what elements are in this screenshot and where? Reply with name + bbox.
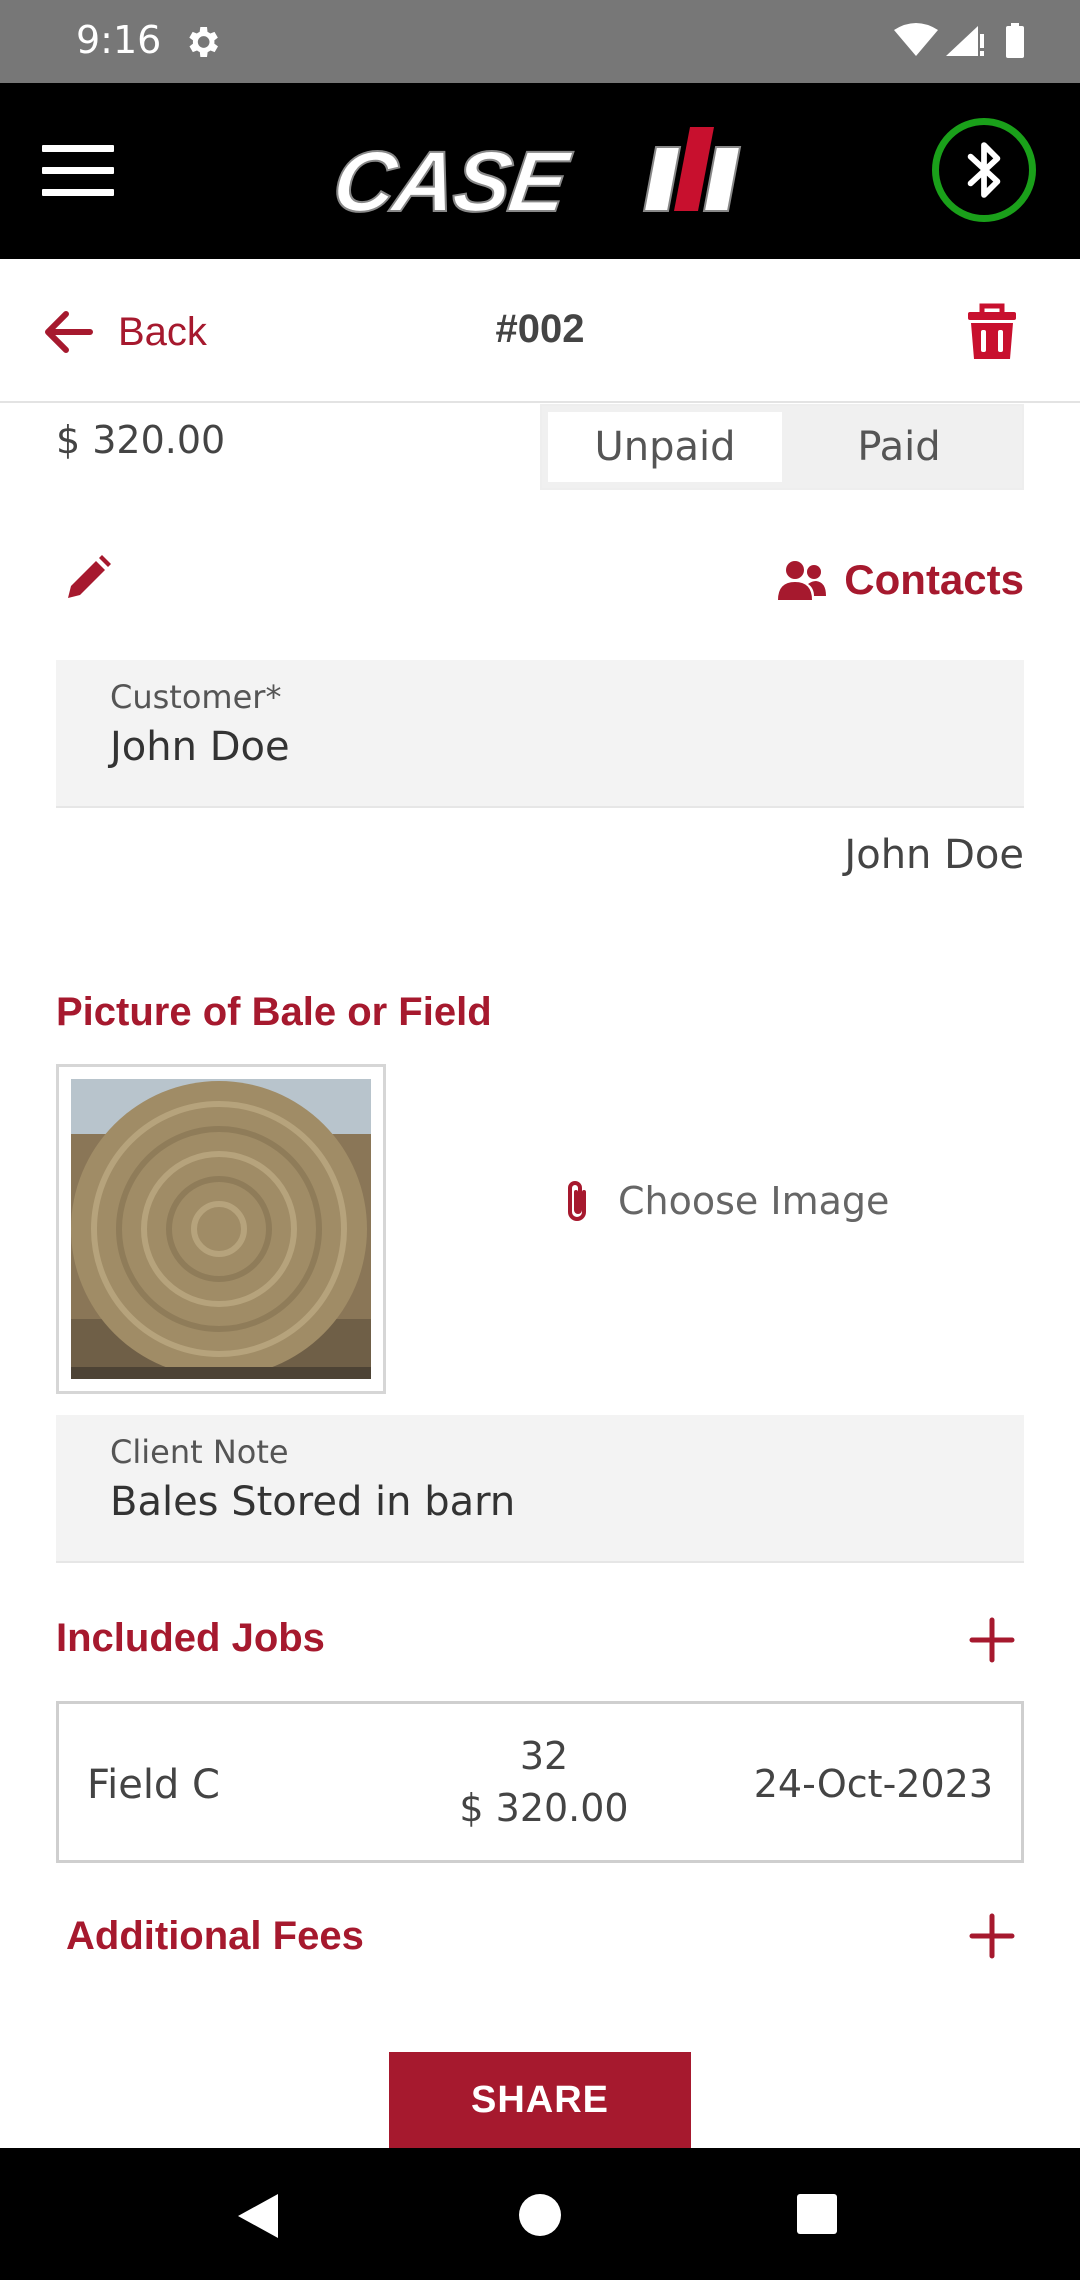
client-note-field[interactable]: Client Note Bales Stored in barn xyxy=(56,1415,1024,1563)
contacts-label: Contacts xyxy=(844,556,1024,603)
logo-bars xyxy=(642,127,742,212)
customer-value: John Doe xyxy=(110,724,290,770)
bluetooth-button[interactable] xyxy=(932,118,1036,222)
paid-option[interactable]: Paid xyxy=(782,412,1016,482)
trash-icon[interactable] xyxy=(966,303,1018,361)
page-title: #002 xyxy=(495,307,585,351)
nav-home-icon[interactable] xyxy=(519,2194,561,2236)
android-nav-bar xyxy=(0,2148,1080,2280)
job-row[interactable]: Field C 32 $ 320.00 24-Oct-2023 xyxy=(56,1701,1024,1863)
top-nav-bar: Back #002 xyxy=(0,259,1080,403)
case-ih-logo: CASE xyxy=(326,123,744,231)
nav-back-icon[interactable] xyxy=(234,2192,280,2240)
share-button[interactable]: SHARE xyxy=(389,2052,691,2148)
wifi-icon xyxy=(894,23,938,56)
paperclip-icon xyxy=(568,1181,586,1221)
nav-recent-apps-icon[interactable] xyxy=(797,2194,837,2234)
app-header: CASE xyxy=(0,83,1080,259)
customer-display-name: John Doe xyxy=(844,832,1024,878)
job-price: $ 320.00 xyxy=(459,1786,629,1830)
payment-status-toggle: Unpaid Paid xyxy=(540,404,1024,490)
job-quantity: 32 xyxy=(519,1734,569,1778)
status-icons xyxy=(894,23,1024,58)
add-job-plus-icon[interactable] xyxy=(968,1616,1016,1664)
customer-field[interactable]: Customer* John Doe xyxy=(56,660,1024,808)
picture-heading: Picture of Bale or Field xyxy=(56,990,492,1034)
unpaid-option[interactable]: Unpaid xyxy=(548,412,782,482)
bluetooth-icon xyxy=(967,142,1001,198)
signal-icon xyxy=(946,26,978,56)
choose-image-label: Choose Image xyxy=(618,1179,890,1223)
settings-gear-icon xyxy=(189,27,218,57)
battery-icon xyxy=(1006,26,1024,58)
status-time: 9:16 xyxy=(76,18,162,62)
status-bar: 9:16 xyxy=(0,0,1080,83)
contacts-button[interactable]: Contacts xyxy=(778,556,1024,604)
users-icon xyxy=(778,561,827,600)
amount-value: $ 320.00 xyxy=(56,418,226,462)
logo-text: CASE xyxy=(326,133,572,231)
pencil-icon[interactable] xyxy=(62,554,112,604)
customer-label: Customer* xyxy=(110,678,282,716)
choose-image-button[interactable]: Choose Image xyxy=(560,1178,889,1224)
job-date: 24-Oct-2023 xyxy=(753,1762,993,1806)
bale-photo xyxy=(71,1079,371,1379)
client-note-value: Bales Stored in barn xyxy=(110,1479,516,1525)
bale-photo-thumbnail[interactable] xyxy=(56,1064,386,1394)
job-name: Field C xyxy=(87,1762,220,1808)
menu-icon[interactable] xyxy=(42,145,114,197)
add-fee-plus-icon[interactable] xyxy=(968,1912,1016,1960)
additional-fees-heading: Additional Fees xyxy=(66,1914,364,1958)
included-jobs-heading: Included Jobs xyxy=(56,1616,325,1660)
client-note-label: Client Note xyxy=(110,1433,289,1471)
